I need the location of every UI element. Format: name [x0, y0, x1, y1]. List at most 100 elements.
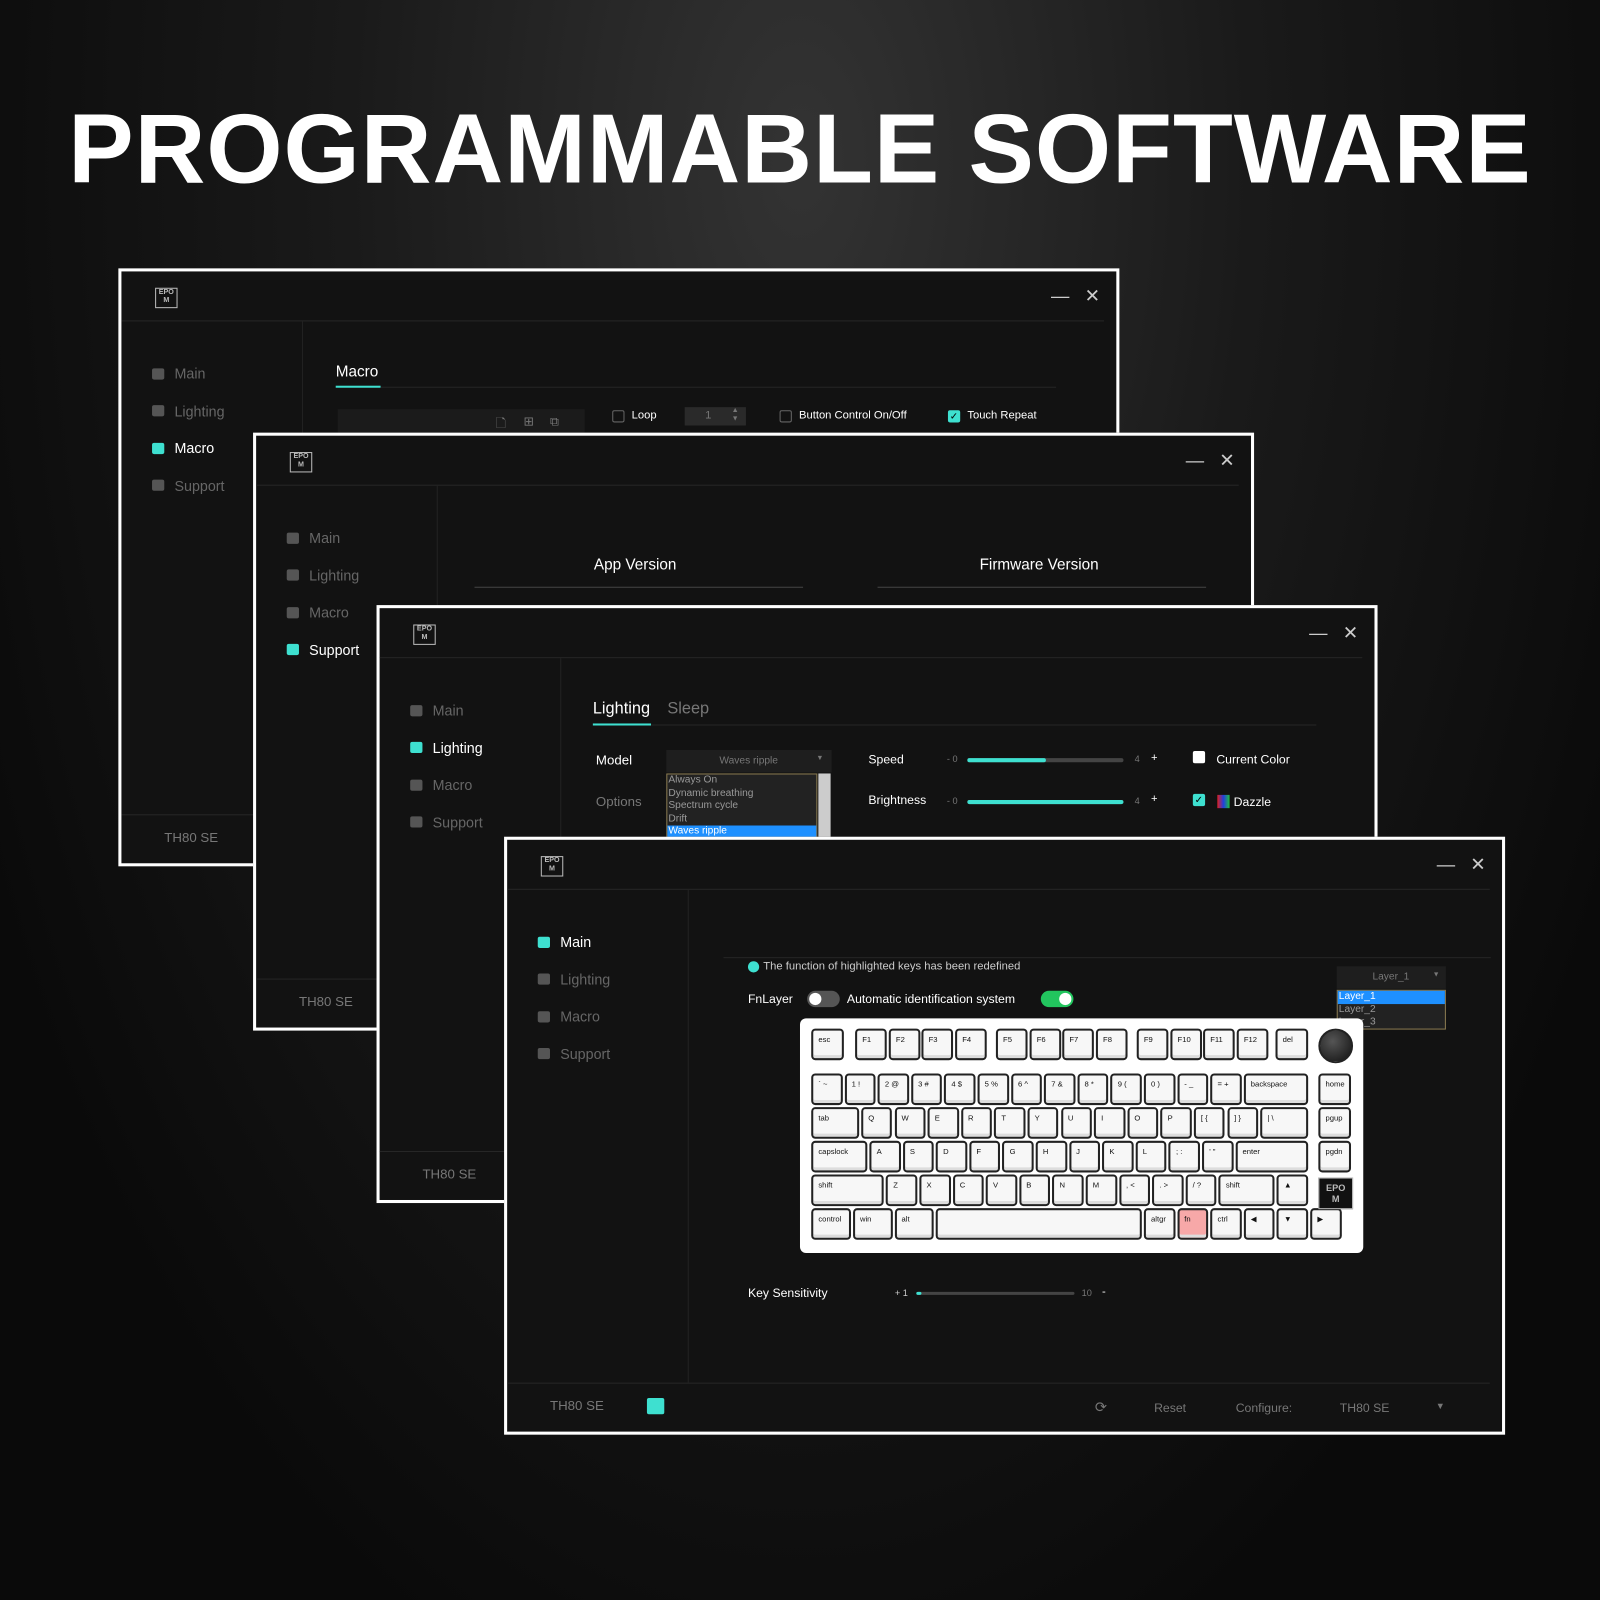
- sidebar-item-support[interactable]: Support: [152, 477, 225, 493]
- configure-select[interactable]: TH80 SE: [1340, 1401, 1390, 1415]
- minimize-button[interactable]: —: [1309, 622, 1327, 643]
- key[interactable]: 3 #: [911, 1073, 943, 1106]
- key[interactable]: ctrl: [1210, 1208, 1242, 1240]
- key[interactable]: F6: [1029, 1028, 1062, 1061]
- key[interactable]: Z: [886, 1174, 918, 1207]
- key[interactable]: V: [985, 1174, 1018, 1207]
- key[interactable]: ` ~: [811, 1073, 843, 1106]
- key[interactable]: C: [952, 1174, 984, 1207]
- current-color-checkbox[interactable]: [1192, 751, 1206, 764]
- key[interactable]: D: [935, 1140, 968, 1173]
- sidebar-item-main[interactable]: Main: [537, 934, 591, 950]
- sidebar-item-lighting[interactable]: Lighting: [410, 739, 483, 756]
- tab-macro[interactable]: Macro: [336, 363, 379, 380]
- key[interactable]: [ {: [1193, 1107, 1225, 1139]
- key[interactable]: shift: [811, 1174, 885, 1207]
- key[interactable]: , <: [1118, 1174, 1151, 1207]
- key-sensitivity-slider[interactable]: [916, 1291, 1075, 1295]
- key[interactable]: K: [1102, 1140, 1134, 1173]
- close-button[interactable]: ✕: [1219, 450, 1234, 471]
- key[interactable]: | \: [1260, 1107, 1309, 1139]
- sidebar-item-lighting[interactable]: Lighting: [286, 567, 359, 583]
- key[interactable]: fn: [1177, 1208, 1209, 1240]
- key[interactable]: G: [1002, 1140, 1034, 1173]
- fnlayer-toggle[interactable]: [807, 990, 840, 1008]
- key[interactable]: W: [894, 1107, 926, 1139]
- loop-checkbox[interactable]: [612, 410, 625, 423]
- key[interactable]: ▶: [1310, 1208, 1342, 1240]
- key[interactable]: shift: [1218, 1174, 1275, 1207]
- key[interactable]: T: [994, 1107, 1026, 1139]
- key[interactable]: ] }: [1227, 1107, 1259, 1139]
- sidebar-item-macro[interactable]: Macro: [537, 1008, 600, 1024]
- key[interactable]: F9: [1136, 1028, 1169, 1061]
- chevron-down-icon[interactable]: ▼: [1436, 1401, 1445, 1411]
- key[interactable]: 2 @: [877, 1073, 909, 1106]
- key[interactable]: N: [1052, 1174, 1084, 1207]
- key[interactable]: M: [1085, 1174, 1117, 1207]
- layer-select[interactable]: Layer_1 ▼: [1336, 966, 1446, 989]
- speed-plus[interactable]: +: [1151, 752, 1158, 764]
- keyboard-device-icon[interactable]: [646, 1397, 665, 1415]
- dropdown-option[interactable]: Always On: [667, 774, 816, 787]
- key[interactable]: F12: [1236, 1028, 1269, 1061]
- key[interactable]: ; :: [1168, 1140, 1201, 1173]
- tab-sleep[interactable]: Sleep: [667, 700, 709, 718]
- sidebar-item-macro[interactable]: Macro: [286, 604, 349, 620]
- sidebar-item-main[interactable]: Main: [152, 365, 205, 382]
- key[interactable]: F: [969, 1140, 1001, 1173]
- dropdown-option[interactable]: Layer_2: [1338, 1004, 1445, 1017]
- key[interactable]: capslock: [811, 1140, 868, 1173]
- key[interactable]: F4: [955, 1028, 987, 1061]
- key[interactable]: F3: [921, 1028, 954, 1061]
- key[interactable]: 1 !: [844, 1073, 876, 1106]
- refresh-icon[interactable]: ⟳: [1095, 1399, 1107, 1416]
- brightness-slider[interactable]: [967, 799, 1124, 805]
- key[interactable]: I: [1093, 1107, 1126, 1139]
- loop-count-stepper[interactable]: 1 ▲ ▼: [684, 407, 746, 426]
- sidebar-item-main[interactable]: Main: [410, 702, 464, 718]
- sidebar-item-lighting[interactable]: Lighting: [152, 403, 225, 419]
- close-button[interactable]: ✕: [1470, 854, 1485, 875]
- sidebar-item-support[interactable]: Support: [286, 641, 359, 658]
- sidebar-item-lighting[interactable]: Lighting: [537, 971, 610, 987]
- key[interactable]: P: [1160, 1107, 1192, 1139]
- key[interactable]: F11: [1203, 1028, 1235, 1061]
- key[interactable]: A: [869, 1140, 901, 1173]
- speed-slider[interactable]: [967, 758, 1124, 763]
- key[interactable]: X: [919, 1174, 951, 1207]
- key[interactable]: ▲: [1276, 1174, 1309, 1207]
- sensitivity-minus[interactable]: -: [1102, 1286, 1106, 1298]
- key[interactable]: pgdn: [1318, 1140, 1352, 1173]
- key[interactable]: control: [811, 1208, 851, 1240]
- key[interactable]: O: [1127, 1107, 1159, 1139]
- dropdown-option[interactable]: Spectrum cycle: [667, 800, 816, 813]
- key[interactable]: 6 ^: [1010, 1073, 1043, 1106]
- key[interactable]: 7 &: [1044, 1073, 1076, 1106]
- key[interactable]: R: [960, 1107, 993, 1139]
- key[interactable]: J: [1069, 1140, 1101, 1173]
- sidebar-item-support[interactable]: Support: [410, 814, 483, 830]
- key[interactable]: alt: [894, 1208, 934, 1240]
- dazzle-checkbox[interactable]: ✓: [1192, 793, 1206, 807]
- dropdown-option[interactable]: Dynamic breathing: [667, 787, 816, 800]
- key[interactable]: . >: [1152, 1174, 1184, 1207]
- sidebar-item-main[interactable]: Main: [286, 530, 340, 546]
- key[interactable]: enter: [1235, 1140, 1309, 1173]
- key[interactable]: ' ": [1202, 1140, 1234, 1173]
- auto-id-toggle[interactable]: [1040, 990, 1074, 1008]
- button-control-checkbox[interactable]: [779, 410, 792, 423]
- key[interactable]: Q: [861, 1107, 893, 1139]
- key[interactable]: = +: [1210, 1073, 1242, 1106]
- key[interactable]: U: [1060, 1107, 1092, 1139]
- brightness-plus[interactable]: +: [1151, 793, 1158, 805]
- minimize-button[interactable]: —: [1051, 286, 1069, 307]
- dropdown-option[interactable]: Drift: [667, 813, 816, 826]
- reset-button[interactable]: Reset: [1154, 1401, 1186, 1415]
- key[interactable]: F5: [995, 1028, 1028, 1061]
- key[interactable]: Y: [1027, 1107, 1059, 1139]
- key[interactable]: home: [1318, 1073, 1352, 1106]
- key[interactable]: / ?: [1185, 1174, 1217, 1207]
- key[interactable]: 5 %: [977, 1073, 1009, 1106]
- key[interactable]: E: [927, 1107, 959, 1139]
